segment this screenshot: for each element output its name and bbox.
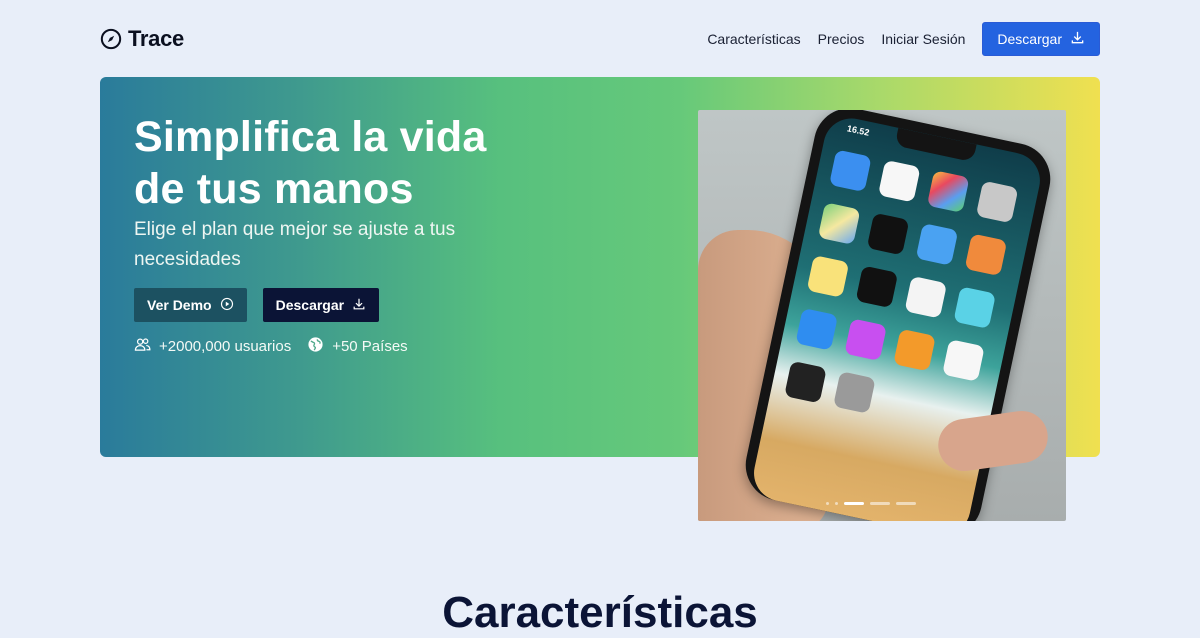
hero-phone-image: 16.52 bbox=[698, 110, 1066, 521]
ver-demo-button[interactable]: Ver Demo bbox=[134, 288, 247, 322]
header-download-button[interactable]: Descargar bbox=[982, 22, 1100, 56]
home-app-icon bbox=[964, 233, 1008, 277]
mail-app-icon bbox=[829, 149, 872, 193]
weather-app-icon bbox=[915, 223, 959, 266]
hero-title-line2: de tus manos bbox=[134, 165, 414, 213]
stocks-app-icon bbox=[855, 265, 899, 309]
clock-app-icon bbox=[866, 212, 910, 256]
site-header: Trace Características Precios Iniciar Se… bbox=[100, 22, 1100, 56]
hero-stats: +2000,000 usuarios +50 Países bbox=[134, 336, 408, 357]
maps-app-icon bbox=[817, 202, 861, 245]
health-app-icon bbox=[942, 339, 985, 382]
download-icon bbox=[1070, 30, 1085, 48]
notes-app-icon bbox=[806, 255, 850, 298]
hero-title: Simplifica la vida de tus manos bbox=[134, 111, 554, 215]
globe-icon bbox=[307, 336, 324, 357]
brand-logo[interactable]: Trace bbox=[100, 26, 184, 52]
carousel-dot-active[interactable] bbox=[844, 502, 864, 505]
stat-users: +2000,000 usuarios bbox=[134, 336, 291, 357]
hero-title-line1: Simplifica la vida bbox=[134, 113, 487, 161]
settings-app-icon bbox=[833, 371, 876, 414]
wallet-app-icon bbox=[784, 360, 827, 404]
download-icon bbox=[352, 297, 366, 314]
phone-notch bbox=[894, 127, 977, 163]
stat-countries: +50 Países bbox=[307, 336, 408, 357]
section-title-caracteristicas: Características bbox=[442, 588, 758, 637]
itunes-store-icon bbox=[844, 318, 887, 362]
calendar-app-icon bbox=[877, 159, 921, 203]
stat-users-text: +2000,000 usuarios bbox=[159, 338, 292, 355]
carousel-dot[interactable] bbox=[826, 502, 829, 505]
stat-countries-text: +50 Países bbox=[332, 338, 408, 355]
app-grid bbox=[784, 149, 1019, 434]
nav-link-caracteristicas[interactable]: Características bbox=[707, 31, 800, 47]
hero-download-label: Descargar bbox=[275, 297, 345, 313]
camera-app-icon bbox=[975, 180, 1019, 224]
nav-link-precios[interactable]: Precios bbox=[818, 31, 865, 47]
photos-app-icon bbox=[926, 170, 970, 213]
hero-actions: Ver Demo Descargar bbox=[134, 288, 380, 322]
users-icon bbox=[134, 336, 151, 357]
reminders-app-icon bbox=[904, 275, 948, 319]
header-download-label: Descargar bbox=[997, 31, 1062, 47]
play-circle-icon bbox=[220, 297, 234, 314]
carousel-dot[interactable] bbox=[835, 502, 838, 505]
carousel-dot[interactable] bbox=[896, 502, 916, 505]
compass-icon bbox=[100, 28, 122, 50]
ver-demo-label: Ver Demo bbox=[147, 297, 212, 313]
videos-app-icon bbox=[953, 286, 997, 329]
phone-time: 16.52 bbox=[846, 123, 871, 138]
carousel-dot[interactable] bbox=[870, 502, 890, 505]
main-nav: Características Precios Iniciar Sesión D… bbox=[707, 22, 1100, 56]
hero-subtitle: Elige el plan que mejor se ajuste a tus … bbox=[134, 219, 456, 270]
brand-name: Trace bbox=[128, 26, 184, 51]
hero-download-button[interactable]: Descargar bbox=[262, 288, 380, 322]
books-app-icon bbox=[893, 328, 936, 372]
app-store-icon bbox=[795, 307, 839, 351]
nav-link-iniciar-sesion[interactable]: Iniciar Sesión bbox=[881, 31, 965, 47]
carousel-dots[interactable] bbox=[826, 502, 916, 505]
